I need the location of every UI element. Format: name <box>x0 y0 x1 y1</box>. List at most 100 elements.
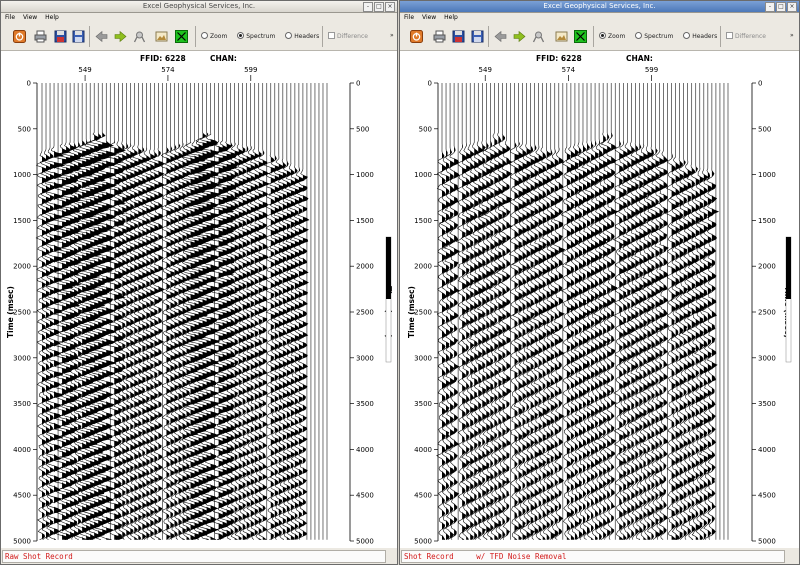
time-tick-label-left: 2000 <box>13 263 31 271</box>
radio-zoom[interactable]: Zoom <box>201 32 227 40</box>
trace-fill <box>611 132 618 535</box>
time-tick-label-right: 3500 <box>758 400 776 408</box>
scrollbar-thumb[interactable] <box>386 237 391 299</box>
trace <box>483 83 496 540</box>
difference-checkbox-box[interactable] <box>726 32 733 39</box>
time-axis-label-left: Time (msec) <box>407 286 416 338</box>
difference-checkbox[interactable]: Difference <box>726 32 766 41</box>
toolbar-separator <box>195 26 196 47</box>
time-tick-label-left: 1000 <box>414 171 432 179</box>
radio-spectrum-label: Spectrum <box>644 33 674 40</box>
time-tick-label-left: 0 <box>27 80 31 88</box>
close-button[interactable]: × <box>787 2 797 12</box>
print-icon[interactable] <box>433 30 446 43</box>
ffid-label: FFID: 6228 <box>536 54 582 63</box>
time-axis-label-left: Time (msec) <box>6 286 15 338</box>
left-window: Excel Geophysical Services, Inc. - □ × F… <box>0 0 398 565</box>
seismic-chart[interactable]: FFID: 6228 CHAN: 549 574 599 0 0 500 500 1000 1000… <box>1 51 397 548</box>
grid-icon[interactable] <box>574 30 587 43</box>
power-icon[interactable] <box>13 30 26 43</box>
title-bar[interactable]: Excel Geophysical Services, Inc. - □ × <box>1 1 397 13</box>
channel-tick-label: 574 <box>562 66 576 74</box>
radio-headers-label: Headers <box>692 33 718 40</box>
radio-zoom[interactable]: Zoom <box>599 32 626 40</box>
radio-spectrum[interactable]: Spectrum <box>237 32 275 40</box>
tools-icon[interactable] <box>133 30 146 43</box>
trace <box>467 83 480 540</box>
radio-headers-indicator[interactable] <box>285 32 293 39</box>
radio-headers-indicator[interactable] <box>683 32 691 39</box>
menu-view[interactable]: View <box>422 14 436 21</box>
radio-zoom-label: Zoom <box>608 33 626 40</box>
radio-headers[interactable]: Headers <box>285 32 320 40</box>
time-tick-label-right: 1500 <box>758 217 776 225</box>
arrow-right-icon[interactable] <box>513 30 526 43</box>
close-button[interactable]: × <box>385 2 395 12</box>
time-tick-label-right: 4000 <box>758 446 776 454</box>
trace-wiggle <box>531 83 545 540</box>
menu-file[interactable]: File <box>404 14 414 21</box>
menu-help[interactable]: Help <box>444 14 458 21</box>
channel-tick-label: 574 <box>161 66 175 74</box>
difference-label: Difference <box>735 33 766 40</box>
right-window: Excel Geophysical Services, Inc. - □ × F… <box>399 0 800 565</box>
trace-fill <box>490 139 495 540</box>
power-icon[interactable] <box>410 30 423 43</box>
time-tick-label-left: 4500 <box>13 492 31 500</box>
time-tick-label-left: 4000 <box>13 446 31 454</box>
time-tick-label-right: 5000 <box>758 538 776 546</box>
arrow-right-icon[interactable] <box>114 30 127 43</box>
time-tick-label-left: 3500 <box>13 400 31 408</box>
radio-headers-label: Headers <box>294 33 320 40</box>
arrow-left-icon[interactable] <box>494 30 507 43</box>
image-icon[interactable] <box>555 30 568 43</box>
save-icon[interactable] <box>54 30 67 43</box>
radio-zoom-indicator[interactable] <box>599 32 606 39</box>
maximize-button[interactable]: □ <box>374 2 384 12</box>
time-tick-label-left: 2500 <box>414 309 432 317</box>
maximize-button[interactable]: □ <box>776 2 786 12</box>
time-tick-label-right: 3500 <box>356 400 374 408</box>
title-bar[interactable]: Excel Geophysical Services, Inc. - □ × <box>400 1 799 13</box>
window-title: Excel Geophysical Services, Inc. <box>543 2 656 10</box>
toolbar-overflow-button[interactable]: » <box>390 32 394 39</box>
time-tick-label-left: 5000 <box>414 538 432 546</box>
minimize-button[interactable]: - <box>765 2 775 12</box>
radio-spectrum-indicator[interactable] <box>237 32 245 39</box>
menu-bar: File View Help <box>400 13 799 23</box>
radio-headers[interactable]: Headers <box>683 32 718 40</box>
radio-spectrum-indicator[interactable] <box>635 32 643 39</box>
arrow-left-icon[interactable] <box>95 30 108 43</box>
print-icon[interactable] <box>34 30 47 43</box>
save-as-icon[interactable] <box>471 30 484 43</box>
seismic-chart[interactable]: FFID: 6228 CHAN: 549 574 599 0 0 500 500 1000 1000… <box>400 51 799 548</box>
time-tick-label-left: 1000 <box>13 171 31 179</box>
radio-zoom-indicator[interactable] <box>201 32 208 39</box>
difference-checkbox[interactable]: Difference <box>328 32 368 41</box>
time-tick-label-left: 2500 <box>13 309 31 317</box>
time-tick-label-right: 1500 <box>356 217 374 225</box>
menu-file[interactable]: File <box>5 14 15 21</box>
radio-spectrum[interactable]: Spectrum <box>635 32 674 40</box>
tools-icon[interactable] <box>532 30 545 43</box>
time-tick-label-right: 4000 <box>356 446 374 454</box>
scrollbar-thumb[interactable] <box>786 237 791 299</box>
plot-area[interactable]: FFID: 6228 CHAN: 549 574 599 0 0 500 500 1000 1000… <box>400 51 799 548</box>
toolbar: Zoom Spectrum Headers Difference » <box>1 23 397 51</box>
difference-checkbox-box[interactable] <box>328 32 335 39</box>
toolbar-separator <box>720 26 721 47</box>
window-controls: - □ × <box>363 2 395 12</box>
menu-view[interactable]: View <box>23 14 37 21</box>
toolbar-overflow-button[interactable]: » <box>790 32 794 39</box>
time-tick-label-left: 3000 <box>414 354 432 362</box>
time-tick-label-right: 5000 <box>356 538 374 546</box>
time-tick-label-left: 0 <box>428 80 432 88</box>
menu-help[interactable]: Help <box>45 14 59 21</box>
image-icon[interactable] <box>155 30 168 43</box>
save-icon[interactable] <box>452 30 465 43</box>
minimize-button[interactable]: - <box>363 2 373 12</box>
grid-icon[interactable] <box>175 30 188 43</box>
channel-tick-label: 599 <box>244 66 257 74</box>
save-as-icon[interactable] <box>72 30 85 43</box>
plot-area[interactable]: FFID: 6228 CHAN: 549 574 599 0 0 500 500 1000 1000… <box>1 51 397 548</box>
